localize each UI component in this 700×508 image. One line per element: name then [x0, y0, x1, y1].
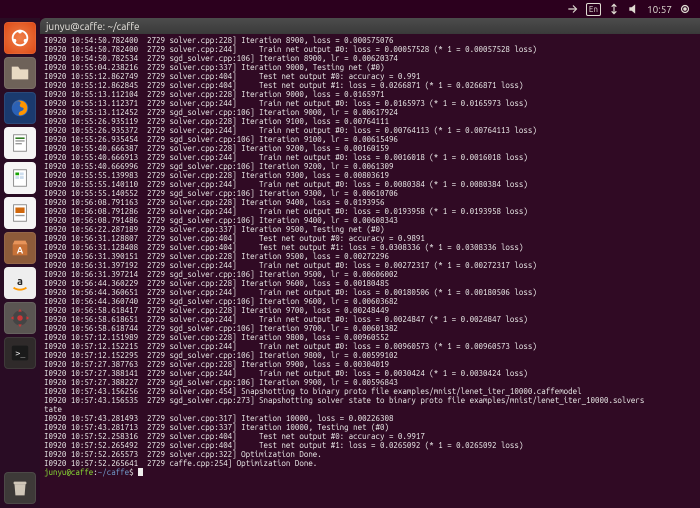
session-icon[interactable] — [678, 2, 692, 16]
log-line: tate — [44, 405, 696, 414]
log-line: I0920 10:57:52.265492 2729 solver.cpp:40… — [44, 441, 696, 450]
launcher-amazon[interactable]: a — [4, 267, 36, 299]
log-line: I0920 10:56:58.618417 2729 solver.cpp:22… — [44, 306, 696, 315]
launcher-trash[interactable] — [4, 472, 36, 504]
sound-icon[interactable] — [627, 2, 641, 16]
log-line: I0920 10:55:55.139983 2729 solver.cpp:22… — [44, 171, 696, 180]
log-line: I0920 10:56:44.360651 2729 solver.cpp:24… — [44, 288, 696, 297]
window-title: junyu@caffe: ~/caffe — [46, 21, 140, 32]
log-line: I0920 10:57:43.156256 2729 solver.cpp:45… — [44, 387, 696, 396]
log-line: I0920 10:57:12.152215 2729 solver.cpp:24… — [44, 342, 696, 351]
log-line: I0920 10:55:12.862845 2729 solver.cpp:40… — [44, 81, 696, 90]
prompt-path: ~/caffe — [98, 468, 129, 477]
log-line: I0920 10:57:52.258316 2729 solver.cpp:40… — [44, 432, 696, 441]
clock-indicator[interactable]: 10:57 — [647, 2, 672, 16]
log-line: I0920 10:56:31.390151 2729 solver.cpp:22… — [44, 252, 696, 261]
launcher-terminal[interactable]: >_ — [4, 337, 36, 369]
forward-mail-icon[interactable] — [566, 2, 580, 16]
log-line: I0920 10:55:13.112452 2729 sgd_solver.cp… — [44, 108, 696, 117]
log-line: I0920 10:55:04.238216 2729 solver.cpp:33… — [44, 63, 696, 72]
log-line: I0920 10:57:43.156535 2729 sgd_solver.cp… — [44, 396, 696, 405]
log-line: I0920 10:56:58.618744 2729 sgd_solver.cp… — [44, 324, 696, 333]
log-line: I0920 10:55:40.666913 2729 solver.cpp:24… — [44, 153, 696, 162]
svg-text:A: A — [17, 245, 24, 256]
log-line: I0920 10:54:50.782400 2729 solver.cpp:24… — [44, 45, 696, 54]
log-line: I0920 10:56:31.397214 2729 sgd_solver.cp… — [44, 270, 696, 279]
launcher-dash[interactable] — [4, 22, 36, 54]
log-line: I0920 10:57:27.388227 2729 sgd_solver.cp… — [44, 378, 696, 387]
top-panel: En 10:57 — [0, 0, 700, 18]
log-line: I0920 10:55:55.140110 2729 solver.cpp:24… — [44, 180, 696, 189]
log-line: I0920 10:55:26.935119 2729 solver.cpp:22… — [44, 117, 696, 126]
log-line: I0920 10:55:40.666387 2729 solver.cpp:22… — [44, 144, 696, 153]
log-line: I0920 10:57:52.265641 2729 caffe.cpp:254… — [44, 459, 696, 468]
log-line: I0920 10:56:08.791286 2729 solver.cpp:24… — [44, 207, 696, 216]
language-indicator[interactable]: En — [586, 3, 601, 16]
log-line: I0920 10:57:27.388141 2729 solver.cpp:24… — [44, 369, 696, 378]
log-line: I0920 10:57:43.281493 2729 solver.cpp:31… — [44, 414, 696, 423]
log-line: I0920 10:55:12.862749 2729 solver.cpp:40… — [44, 72, 696, 81]
network-icon[interactable] — [607, 2, 621, 16]
launcher-files[interactable] — [4, 57, 36, 89]
log-line: I0920 10:56:31.128408 2729 solver.cpp:40… — [44, 243, 696, 252]
log-line: I0920 10:55:13.112371 2729 solver.cpp:24… — [44, 99, 696, 108]
prompt-line[interactable]: junyu@caffe:~/caffe$ — [44, 468, 696, 477]
launcher: A a >_ — [0, 18, 40, 508]
log-line: I0920 10:55:55.140552 2729 sgd_solver.cp… — [44, 189, 696, 198]
log-line: I0920 10:55:26.935372 2729 solver.cpp:24… — [44, 126, 696, 135]
terminal-window: junyu@caffe: ~/caffe I0920 10:54:50.7824… — [40, 18, 700, 508]
indicator-area: En 10:57 — [566, 2, 700, 16]
prompt-user-host: junyu@caffe — [44, 468, 93, 477]
log-line: I0920 10:57:52.265573 2729 solver.cpp:32… — [44, 450, 696, 459]
svg-text:>_: >_ — [15, 348, 25, 358]
window-titlebar[interactable]: junyu@caffe: ~/caffe — [40, 18, 700, 34]
log-line: I0920 10:55:26.935454 2729 sgd_solver.cp… — [44, 135, 696, 144]
launcher-writer[interactable] — [4, 127, 36, 159]
launcher-firefox[interactable] — [4, 92, 36, 124]
svg-text:a: a — [17, 276, 23, 288]
cursor — [138, 468, 143, 476]
terminal-output[interactable]: I0920 10:54:50.782400 2729 solver.cpp:22… — [40, 34, 700, 508]
log-line: I0920 10:56:58.618651 2729 solver.cpp:24… — [44, 315, 696, 324]
log-line: I0920 10:56:44.360740 2729 sgd_solver.cp… — [44, 297, 696, 306]
log-line: I0920 10:57:12.152295 2729 sgd_solver.cp… — [44, 351, 696, 360]
launcher-software[interactable]: A — [4, 232, 36, 264]
launcher-impress[interactable] — [4, 197, 36, 229]
log-line: I0920 10:56:08.791163 2729 solver.cpp:22… — [44, 198, 696, 207]
log-line: I0920 10:56:31.128807 2729 solver.cpp:40… — [44, 234, 696, 243]
log-line: I0920 10:56:44.360229 2729 solver.cpp:22… — [44, 279, 696, 288]
log-line: I0920 10:55:40.666996 2729 sgd_solver.cp… — [44, 162, 696, 171]
log-line: I0920 10:54:50.782534 2729 sgd_solver.cp… — [44, 54, 696, 63]
launcher-settings[interactable] — [4, 302, 36, 334]
log-line: I0920 10:54:50.782400 2729 solver.cpp:22… — [44, 36, 696, 45]
log-line: I0920 10:56:31.397192 2729 solver.cpp:24… — [44, 261, 696, 270]
log-line: I0920 10:55:13.112104 2729 solver.cpp:22… — [44, 90, 696, 99]
log-line: I0920 10:56:22.287189 2729 solver.cpp:33… — [44, 225, 696, 234]
log-line: I0920 10:56:08.791486 2729 sgd_solver.cp… — [44, 216, 696, 225]
log-line: I0920 10:57:27.387763 2729 solver.cpp:22… — [44, 360, 696, 369]
log-line: I0920 10:57:12.151989 2729 solver.cpp:22… — [44, 333, 696, 342]
launcher-calc[interactable] — [4, 162, 36, 194]
log-line: I0920 10:57:43.281713 2729 solver.cpp:33… — [44, 423, 696, 432]
